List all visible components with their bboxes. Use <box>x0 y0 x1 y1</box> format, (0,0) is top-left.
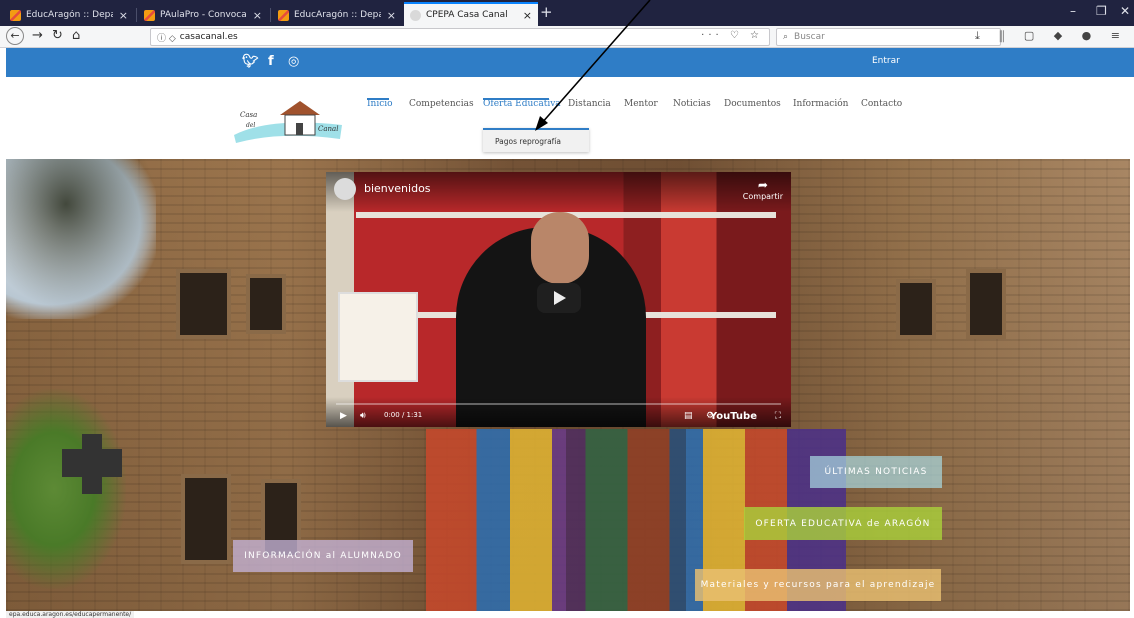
tab-separator <box>136 8 137 22</box>
building-window <box>966 269 1006 339</box>
dropdown-item-pagos-reprografia[interactable]: Pagos reprografía <box>495 137 561 146</box>
play-button[interactable] <box>537 283 581 313</box>
nav-label: Información <box>793 99 849 109</box>
site-info-icon[interactable]: ⓘ ◇ <box>157 31 176 44</box>
nav-label: Noticias <box>673 99 711 109</box>
logo-text-del: del <box>246 122 255 129</box>
video-title[interactable]: bienvenidos <box>364 182 431 195</box>
nav-label: Mentor <box>624 99 658 109</box>
share-button[interactable]: ➦ Compartir <box>743 178 783 201</box>
tab-title: PAulaPro - Convocatorias de p <box>160 10 247 20</box>
logo-text-casa: Casa <box>240 111 257 119</box>
volume-icon[interactable]: 🔊︎ <box>360 411 366 421</box>
hero-section: bienvenidos ➦ Compartir ▶ 🔊︎ 0:00 / 1:31… <box>6 159 1130 611</box>
restore-icon[interactable]: ❐ <box>1096 4 1107 18</box>
site-top-bar: 🐦︎ f ◎ Entrar <box>6 48 1134 77</box>
educaragon-favicon-icon <box>10 9 21 21</box>
door-shadow <box>566 429 686 611</box>
tab-title: EducAragón :: Departamento d <box>294 10 381 20</box>
building-window <box>176 269 231 339</box>
tab-title: CPEPA Casa Canal <box>426 10 508 20</box>
paulapro-favicon-icon <box>144 9 155 21</box>
channel-avatar[interactable] <box>334 178 356 200</box>
url-bar[interactable]: ⓘ ◇ casacanal.es ··· ♡ ☆ <box>150 28 770 46</box>
nav-item-inicio[interactable]: Inicio <box>367 98 393 109</box>
hero-greenery <box>6 389 126 589</box>
casacanal-favicon-icon <box>410 9 421 21</box>
nav-active-indicator <box>367 98 389 100</box>
nav-label: Competencias <box>409 99 474 109</box>
nav-item-competencias[interactable]: Competencias <box>409 99 474 109</box>
forward-icon[interactable]: → <box>32 28 43 43</box>
nav-label: Contacto <box>861 99 903 109</box>
reload-icon[interactable]: ↻ <box>52 28 63 43</box>
new-tab-icon[interactable]: + <box>540 3 553 21</box>
browser-tab-3[interactable]: EducAragón :: Departamento d × <box>272 4 402 26</box>
nav-label: Distancia <box>568 99 611 109</box>
browser-tab-1[interactable]: EducAragón :: Departamento d × <box>4 4 134 26</box>
nav-item-noticias[interactable]: Noticias <box>673 99 711 109</box>
youtube-video-embed[interactable]: bienvenidos ➦ Compartir ▶ 🔊︎ 0:00 / 1:31… <box>326 172 791 427</box>
nav-hover-indicator <box>483 98 549 100</box>
back-icon[interactable]: ← <box>6 27 24 45</box>
browser-tab-active[interactable]: CPEPA Casa Canal × <box>404 2 538 26</box>
video-progress-bar[interactable] <box>336 403 781 405</box>
educaragon-favicon-icon <box>278 9 289 21</box>
pharmacy-cross <box>82 434 102 494</box>
entrar-link[interactable]: Entrar <box>872 56 900 66</box>
oferta-dropdown-menu: Pagos reprografía <box>483 128 589 152</box>
video-poster <box>338 292 418 382</box>
browser-tab-strip: EducAragón :: Departamento d × PAulaPro … <box>0 0 1134 26</box>
nav-item-distancia[interactable]: Distancia <box>568 99 611 109</box>
search-icon: ⌕ <box>783 32 789 42</box>
close-icon[interactable]: × <box>387 9 396 22</box>
close-icon[interactable]: × <box>119 9 128 22</box>
casa-canal-logo[interactable]: Casa del Canal <box>230 95 345 143</box>
logo-text-canal: Canal <box>318 125 338 133</box>
close-icon[interactable]: × <box>253 9 262 22</box>
instagram-icon[interactable]: ◎ <box>288 54 299 69</box>
share-label: Compartir <box>742 192 783 201</box>
toolbar-extensions-icon[interactable]: ⤓ ⫼ ▢ ◆ ● ≡ <box>975 29 1128 43</box>
oferta-educativa-aragon-button[interactable]: OFERTA EDUCATIVA de ARAGÓN <box>744 507 942 540</box>
site-header: Casa del Canal Inicio Competencias Ofert… <box>6 77 1134 159</box>
share-icon: ➦ <box>757 178 768 192</box>
url-text: casacanal.es <box>179 32 238 42</box>
nav-item-mentor[interactable]: Mentor <box>624 99 658 109</box>
nav-item-informacion[interactable]: Información <box>793 99 848 109</box>
twitter-icon[interactable]: 🐦︎ <box>242 54 259 69</box>
search-placeholder: Buscar <box>794 32 825 42</box>
browser-tab-2[interactable]: PAulaPro - Convocatorias de p × <box>138 4 268 26</box>
building-window <box>896 279 936 339</box>
nav-label: Documentos <box>724 99 781 109</box>
tab-title: EducAragón :: Departamento d <box>26 10 113 20</box>
captions-icon[interactable]: ▤ <box>684 411 693 421</box>
ultimas-noticias-button[interactable]: ÚLTIMAS NOTICIAS <box>810 456 942 488</box>
minimize-icon[interactable]: – <box>1070 4 1076 18</box>
video-face <box>531 212 589 284</box>
building-window <box>181 474 231 564</box>
nav-item-oferta-educativa[interactable]: Oferta Educativa <box>483 98 561 109</box>
status-url: epa.educa.aragon.es/educapermanente/ <box>6 611 135 618</box>
page-actions-icon[interactable]: ··· ♡ ☆ <box>701 30 763 41</box>
nav-item-contacto[interactable]: Contacto <box>861 99 902 109</box>
browser-toolbar: ← → ↻ ⌂ ⓘ ◇ casacanal.es ··· ♡ ☆ ⌕ Busca… <box>0 26 1134 48</box>
nav-label: Oferta Educativa <box>483 99 561 109</box>
facebook-icon[interactable]: f <box>268 54 274 69</box>
materiales-recursos-button[interactable]: Materiales y recursos para el aprendizaj… <box>695 569 941 601</box>
fullscreen-icon[interactable]: ⛶ <box>775 411 781 421</box>
youtube-logo[interactable]: YouTube <box>710 411 757 422</box>
home-icon[interactable]: ⌂ <box>72 28 80 43</box>
tab-separator <box>270 8 271 22</box>
nav-label: Inicio <box>367 99 393 109</box>
nav-item-documentos[interactable]: Documentos <box>724 99 781 109</box>
play-icon[interactable]: ▶ <box>340 411 347 421</box>
window-close-icon[interactable]: ✕ <box>1120 4 1130 18</box>
video-time: 0:00 / 1:31 <box>384 411 423 419</box>
informacion-alumnado-button[interactable]: INFORMACIÓN al ALUMNADO <box>233 540 413 572</box>
close-icon[interactable]: × <box>523 9 532 22</box>
hero-tree <box>6 159 156 309</box>
building-window <box>246 274 286 334</box>
search-input[interactable]: ⌕ Buscar <box>776 28 1001 46</box>
